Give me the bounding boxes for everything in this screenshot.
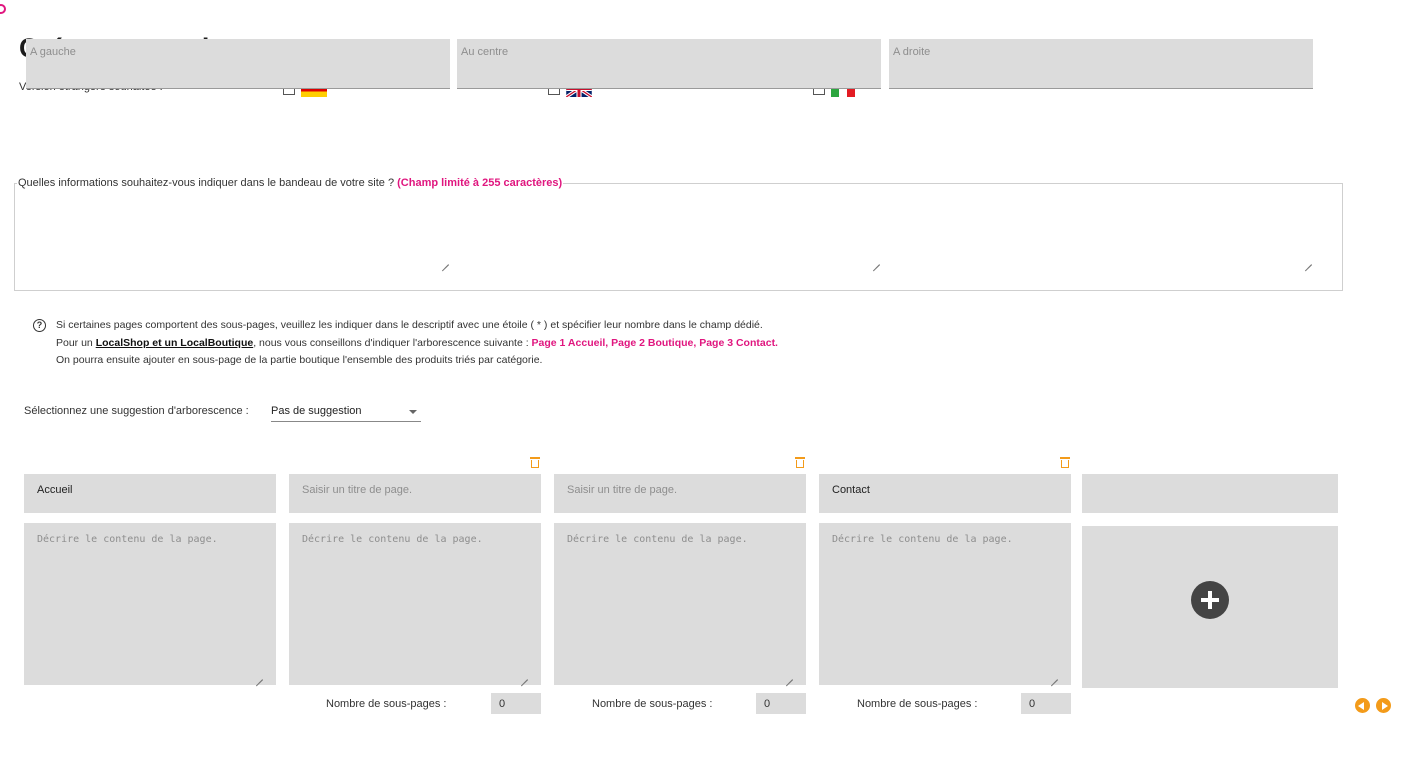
info-line-2-middle: , nous vous conseillons d'indiquer l'arb… [253, 336, 532, 349]
corner-indicator [0, 4, 6, 14]
resize-grip-icon[interactable] [786, 673, 793, 680]
delete-page-3-trash-icon[interactable] [795, 457, 805, 469]
info-line-1: Si certaines pages comportent des sous-p… [56, 319, 763, 331]
banner-right-field[interactable] [889, 39, 1313, 89]
page-2-title-field[interactable]: Saisir un titre de page. [289, 474, 541, 513]
banner-limit-note: (Champ limité à 255 caractères) [397, 177, 563, 189]
page-4-subpages-input[interactable]: 0 [1021, 693, 1071, 714]
page-4-description-field[interactable]: Décrire le contenu de la page. [819, 523, 1071, 685]
info-block: ? Si certaines pages comportent des sous… [33, 317, 778, 370]
plus-circle-icon[interactable] [1191, 581, 1229, 619]
delete-page-2-trash-icon[interactable] [530, 457, 540, 469]
resize-grip-icon[interactable] [521, 673, 528, 680]
page-4-title-field[interactable]: Contact [819, 474, 1071, 513]
info-line-3: On pourra ensuite ajouter en sous-page d… [56, 354, 543, 366]
chevron-left-circle-icon[interactable] [1355, 698, 1370, 713]
page-4-subpages-label: Nombre de sous-pages : [857, 698, 978, 710]
question-circle-icon: ? [33, 319, 46, 332]
suggestion-label: Sélectionnez une suggestion d'arborescen… [24, 405, 249, 417]
add-page-title-placeholder [1082, 474, 1338, 513]
recommended-tree: Page 1 Accueil, Page 2 Boutique, Page 3 … [531, 336, 778, 349]
localshop-link[interactable]: LocalShop et un LocalBoutique [96, 337, 254, 349]
resize-grip-icon[interactable] [1051, 673, 1058, 680]
banner-legend: Quelles informations souhaitez-vous indi… [17, 177, 563, 189]
page-2-subpages-label: Nombre de sous-pages : [326, 698, 447, 710]
delete-page-4-trash-icon[interactable] [1060, 457, 1070, 469]
page-3-description-field[interactable]: Décrire le contenu de la page. [554, 523, 806, 685]
page-3-subpages-input[interactable]: 0 [756, 693, 806, 714]
resize-grip-icon[interactable] [256, 673, 263, 680]
resize-grip-icon[interactable] [1305, 258, 1312, 265]
page-2-description-field[interactable]: Décrire le contenu de la page. [289, 523, 541, 685]
page-1-description-field[interactable]: Décrire le contenu de la page. [24, 523, 276, 685]
suggestion-selected-value: Pas de suggestion [271, 405, 362, 417]
banner-left-field[interactable] [26, 39, 450, 89]
page-3-subpages-label: Nombre de sous-pages : [592, 698, 713, 710]
suggestion-select[interactable]: Pas de suggestion [271, 400, 421, 422]
chevron-right-circle-icon[interactable] [1376, 698, 1391, 713]
chevron-down-icon [409, 410, 417, 414]
banner-fieldset: Quelles informations souhaitez-vous indi… [14, 177, 1343, 291]
page-1-title-field[interactable]: Accueil [24, 474, 276, 513]
page-3-title-field[interactable]: Saisir un titre de page. [554, 474, 806, 513]
resize-grip-icon[interactable] [873, 258, 880, 265]
info-line-2-prefix: Pour un [56, 336, 96, 349]
page-2-subpages-input[interactable]: 0 [491, 693, 541, 714]
banner-question: Quelles informations souhaitez-vous indi… [18, 177, 395, 189]
info-line-2: Pour un LocalShop et un LocalBoutique, n… [56, 335, 778, 353]
banner-center-field[interactable] [457, 39, 881, 89]
resize-grip-icon[interactable] [442, 258, 449, 265]
